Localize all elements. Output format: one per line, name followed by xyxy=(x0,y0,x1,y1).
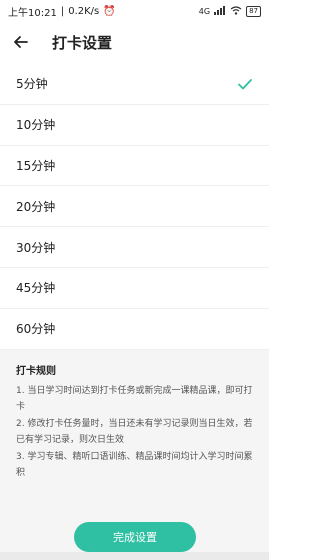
duration-options: 5分钟 10分钟 15分钟 20分钟 30分钟 45分钟 60分钟 xyxy=(0,64,269,350)
option-30min[interactable]: 30分钟 xyxy=(0,227,269,268)
option-label: 20分钟 xyxy=(16,199,56,214)
status-left: 上午10:21 | 0.2K/s ⏰ xyxy=(8,4,116,19)
option-label: 15分钟 xyxy=(16,158,56,173)
option-5min[interactable]: 5分钟 xyxy=(0,64,269,105)
option-45min[interactable]: 45分钟 xyxy=(0,268,269,309)
home-indicator xyxy=(0,552,269,560)
status-time: 上午10:21 xyxy=(8,7,57,19)
page-title: 打卡设置 xyxy=(52,33,113,52)
signal-icon xyxy=(214,5,226,17)
rule-item: 1. 当日学习时间达到打卡任务或新完成一课精品课，即可打卡 xyxy=(16,386,253,412)
option-label: 60分钟 xyxy=(16,322,56,337)
done-button[interactable]: 完成设置 xyxy=(74,522,196,552)
option-60min[interactable]: 60分钟 xyxy=(0,309,269,350)
option-label: 5分钟 xyxy=(16,77,48,92)
rules-list: 1. 当日学习时间达到打卡任务或新完成一课精品课，即可打卡 2. 修改打卡任务量… xyxy=(16,383,253,481)
rules-section: 打卡规则 1. 当日学习时间达到打卡任务或新完成一课精品课，即可打卡 2. 修改… xyxy=(0,350,269,560)
signal-label: 4G xyxy=(198,6,211,16)
option-label: 45分钟 xyxy=(16,281,56,296)
arrow-left-icon xyxy=(14,36,28,48)
rule-item: 3. 学习专辑、精听口语训练、精品课时间均计入学习时间累积 xyxy=(16,452,253,478)
battery-icon: 87 xyxy=(246,5,261,17)
option-label: 10分钟 xyxy=(16,118,56,133)
option-15min[interactable]: 15分钟 xyxy=(0,146,269,187)
option-20min[interactable]: 20分钟 xyxy=(0,186,269,228)
header: 打卡设置 xyxy=(0,22,269,62)
status-divider: | xyxy=(60,5,65,17)
wifi-icon xyxy=(230,5,242,17)
rule-item: 2. 修改打卡任务量时，当日还未有学习记录则当日生效，若已有学习记录，则次日生效 xyxy=(16,419,253,445)
status-right: 4G 87 xyxy=(198,5,261,17)
option-label: 30分钟 xyxy=(16,240,56,255)
back-button[interactable] xyxy=(10,31,32,53)
check-icon xyxy=(238,78,252,90)
network-speed: 0.2K/s xyxy=(68,5,100,17)
option-10min[interactable]: 10分钟 xyxy=(0,105,269,146)
rules-title: 打卡规则 xyxy=(16,366,56,377)
alarm-icon: ⏰ xyxy=(103,5,116,17)
status-bar: 上午10:21 | 0.2K/s ⏰ 4G 87 xyxy=(0,0,269,22)
